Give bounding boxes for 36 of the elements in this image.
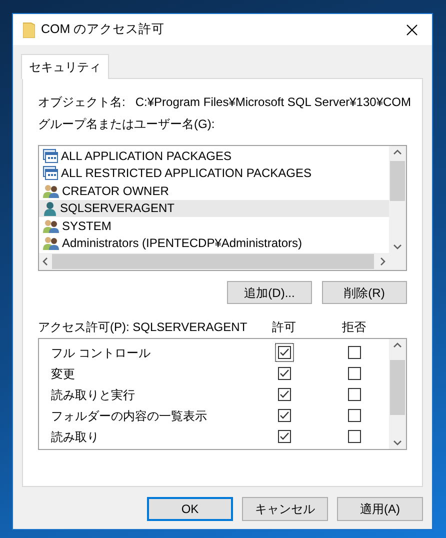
ok-button[interactable]: OK [147,497,233,521]
allow-checkbox[interactable] [274,343,294,362]
list-item[interactable]: SQLSERVERAGENT [39,200,389,217]
window-title: COM のアクセス許可 [41,21,166,38]
window-icon [43,148,58,163]
users-icon [43,218,59,233]
users-icon [43,236,59,250]
user-icon [43,200,57,216]
list-item[interactable]: SYSTEM [39,217,389,234]
column-heading: 許可 [272,319,296,336]
close-icon [406,24,418,36]
object-path: C:¥Program Files¥Microsoft SQL Server¥130¥COM [135,94,411,111]
remove-button[interactable]: 削除(R) [322,281,407,304]
permission-name: 読み取りと実行 [51,386,136,404]
cancel-button[interactable]: キャンセル [242,497,328,521]
add-button[interactable]: 追加(D)... [227,281,312,304]
tab[interactable]: セキュリティ [21,54,109,79]
permissions-label: アクセス許可(P): SQLSERVERAGENT [38,319,248,336]
permission-name: フル コントロール [51,344,152,362]
list-item[interactable]: ALL APPLICATION PACKAGES [39,147,389,164]
permission-name: フォルダーの内容の一覧表示 [51,408,208,424]
permission-name: 読み取り [51,428,100,446]
vertical-scrollbar[interactable] [389,339,406,449]
permission-name: 変更 [51,366,76,382]
list-item[interactable]: Administrators (IPENTECDP¥Administrators) [39,234,389,252]
group-list-label: グループ名またはユーザー名(G): [38,116,216,133]
window-icon [43,166,58,180]
apply-button[interactable]: 適用(A) [337,497,423,521]
folder-icon [23,22,35,38]
column-heading: 拒否 [342,319,366,336]
list-item[interactable]: ALL RESTRICTED APPLICATION PACKAGES [39,164,389,182]
horizontal-scrollbar[interactable] [39,253,406,270]
object-name-label: オブジェクト名: [38,94,126,111]
vertical-scrollbar[interactable] [389,146,406,253]
list-item[interactable]: CREATOR OWNER [39,182,389,200]
users-icon [43,184,59,198]
